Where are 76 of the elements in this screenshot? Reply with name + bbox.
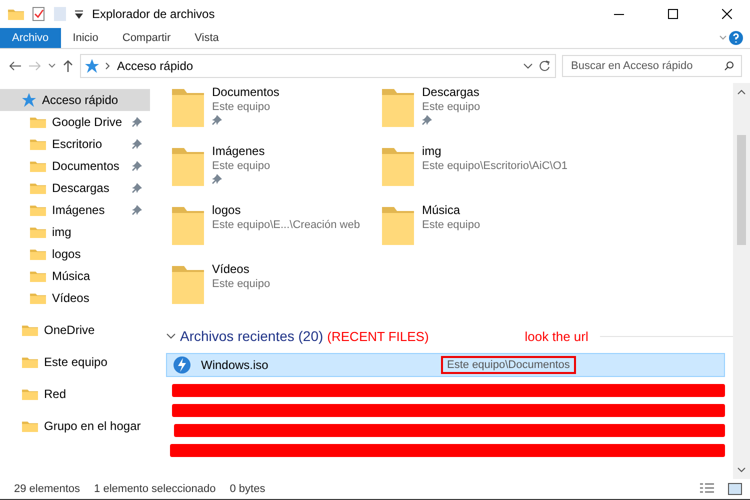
chevron-down-icon[interactable] <box>48 63 56 69</box>
folder-location: Este equipo <box>212 160 270 172</box>
back-arrow-icon[interactable] <box>8 60 22 72</box>
close-icon <box>722 9 732 19</box>
scroll-down-icon[interactable] <box>737 467 746 473</box>
folder-icon <box>30 138 46 150</box>
folder-icon <box>30 160 46 172</box>
ribbon-tab[interactable]: Vista <box>182 28 231 48</box>
sidebar-item[interactable]: Escritorio <box>0 133 150 155</box>
folder-location: Este equipo <box>212 278 270 290</box>
star-icon <box>22 93 36 107</box>
sidebar-item[interactable]: Grupo en el hogar <box>0 415 150 437</box>
sidebar-item[interactable]: OneDrive <box>0 319 150 341</box>
sidebar-item[interactable]: img <box>0 221 150 243</box>
folder-location: Este equipo\E...\Creación web <box>212 219 360 231</box>
search-icon <box>724 61 734 71</box>
folder-name[interactable]: logos <box>212 203 360 217</box>
section-title[interactable]: Archivos recientes (20) <box>180 328 324 344</box>
sidebar-item[interactable]: Red <box>0 383 150 405</box>
folder-name[interactable]: Descargas <box>422 85 480 99</box>
sidebar-item[interactable]: Google Drive <box>0 111 150 133</box>
address-path: Acceso rápido <box>117 59 194 73</box>
ribbon-tab[interactable]: Compartir <box>110 28 183 48</box>
up-arrow-icon[interactable] <box>62 59 74 73</box>
selection-count: 1 elemento seleccionado <box>94 483 216 495</box>
folder-name[interactable]: img <box>422 144 568 158</box>
sidebar-item[interactable]: Este equipo <box>0 351 150 373</box>
scrollbar-thumb[interactable] <box>737 135 746 245</box>
chevron-right-icon <box>105 62 111 70</box>
folder-icon <box>30 292 46 304</box>
search-field[interactable]: Buscar en Acceso rápido <box>562 55 742 77</box>
sidebar-item[interactable]: Música <box>0 265 150 287</box>
properties-icon[interactable] <box>32 7 46 21</box>
folder-icon <box>30 248 46 260</box>
sidebar-item[interactable]: Descargas <box>0 177 150 199</box>
sidebar-item[interactable]: Acceso rápido <box>0 89 150 111</box>
folder-name[interactable]: Música <box>422 203 480 217</box>
item-count: 29 elementos <box>14 483 80 495</box>
large-icons-view-icon[interactable] <box>728 483 742 495</box>
folder-name[interactable]: Vídeos <box>212 262 270 276</box>
chevron-down-icon[interactable] <box>166 332 176 340</box>
sidebar-item[interactable]: Vídeos <box>0 287 150 309</box>
help-icon[interactable] <box>728 28 744 48</box>
selection-size: 0 bytes <box>230 483 266 495</box>
folder-icon <box>30 204 46 216</box>
scroll-up-icon[interactable] <box>737 89 746 95</box>
details-view-icon[interactable] <box>700 483 714 495</box>
folder-location: Este equipo <box>422 219 480 231</box>
sidebar-item[interactable]: Imágenes <box>0 199 150 221</box>
sidebar-item[interactable]: logos <box>0 243 150 265</box>
folder-location: Este equipo\Escritorio\AiC\O1 <box>422 160 568 172</box>
chevron-down-icon[interactable] <box>523 62 533 70</box>
customize-toolbar-icon[interactable] <box>74 9 84 19</box>
maximize-icon <box>668 9 678 19</box>
folder-icon <box>30 270 46 282</box>
star-icon <box>85 59 99 73</box>
folder-name[interactable]: Documentos <box>212 85 280 99</box>
annotation-text: (RECENT FILES) <box>327 328 429 344</box>
folder-location: Este equipo <box>422 101 480 113</box>
address-bar[interactable]: Acceso rápido <box>80 54 556 78</box>
folder-location: Este equipo <box>212 101 272 113</box>
folder-icon <box>8 8 24 20</box>
window-title: Explorador de archivos <box>92 7 216 21</box>
file-row[interactable]: Windows.iso Este equipo\Documentos <box>166 353 725 377</box>
lightning-disc-icon <box>173 356 191 374</box>
folder-icon <box>30 226 46 238</box>
ribbon-tab[interactable]: Archivo <box>0 28 61 48</box>
annotation-note: look the url <box>524 328 588 344</box>
folder-icon <box>30 182 46 194</box>
ribbon-tab[interactable]: Inicio <box>60 28 110 48</box>
file-location: Este equipo\Documentos <box>441 356 576 374</box>
folder-icon <box>30 116 46 128</box>
folder-name[interactable]: Imágenes <box>212 144 270 158</box>
refresh-icon[interactable] <box>539 60 551 72</box>
sidebar-item[interactable]: Documentos <box>0 155 150 177</box>
file-name: Windows.iso <box>201 358 270 372</box>
